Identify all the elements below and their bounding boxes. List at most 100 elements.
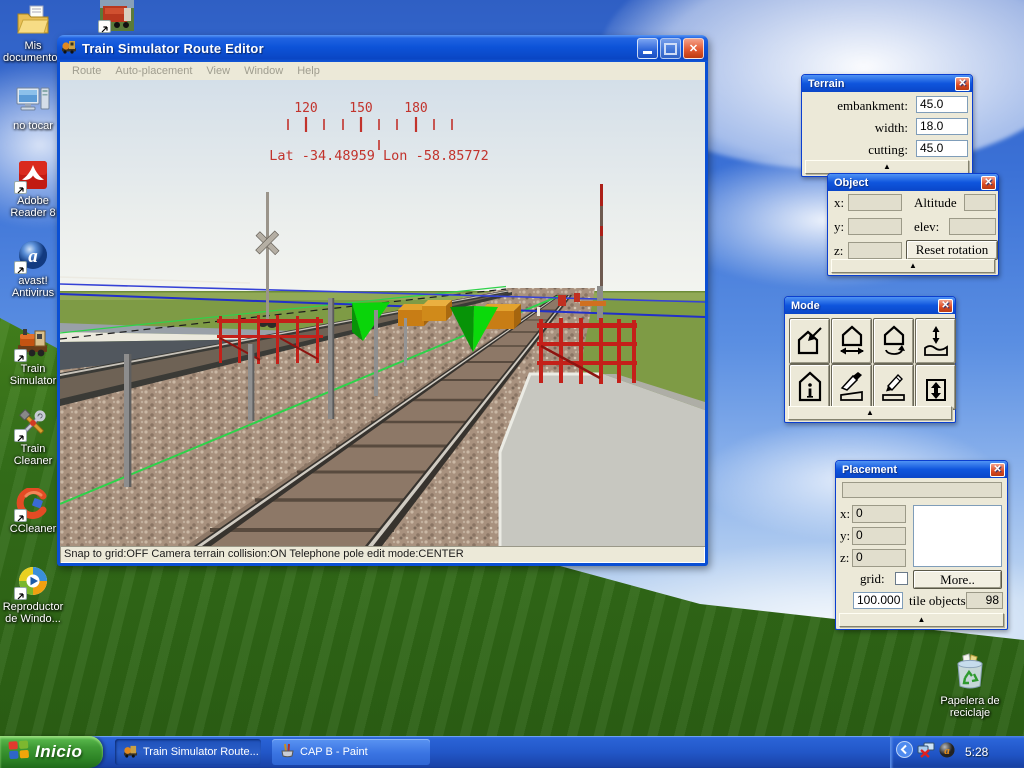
tray-chevron-icon[interactable] <box>896 741 913 763</box>
mode-panel-title-bar[interactable]: Mode ✕ <box>785 297 955 314</box>
shortcut-arrow-icon <box>14 509 27 522</box>
elev-input[interactable] <box>949 218 996 235</box>
scale-input[interactable]: 100.000 <box>853 592 903 609</box>
close-icon[interactable]: ✕ <box>981 176 996 190</box>
taskbar-clock[interactable]: 5:28 <box>965 745 988 759</box>
x-label: x: <box>834 195 844 211</box>
mode-cut-terrain-button[interactable] <box>831 364 872 410</box>
task-label: CAP B - Paint <box>300 746 368 758</box>
svg-text:a: a <box>28 246 38 267</box>
pencil-terrain-icon <box>881 371 907 403</box>
editor-title-bar[interactable]: Train Simulator Route Editor ✕ <box>57 35 708 62</box>
placement-panel-title-bar[interactable]: Placement ✕ <box>836 461 1007 478</box>
viewport-3d-scene[interactable]: 120 150 180 Lat -34.48959 Lon -58.85772 <box>60 80 705 546</box>
menu-help[interactable]: Help <box>291 65 326 77</box>
placement-listbox[interactable] <box>913 505 1002 567</box>
mode-snap-terrain-button[interactable] <box>915 318 956 364</box>
viewport[interactable]: 120 150 180 Lat -34.48959 Lon -58.85772 <box>60 80 705 546</box>
mode-rotate-object-button[interactable] <box>873 318 914 364</box>
altitude-label: Altitude <box>914 195 957 211</box>
close-icon[interactable]: ✕ <box>955 77 970 91</box>
shortcut-arrow-icon <box>14 587 27 600</box>
embankment-input[interactable]: 45.0 <box>916 96 968 113</box>
placement-panel: Placement ✕ x: 0 y: 0 z: 0 grid: More.. … <box>835 460 1008 630</box>
train-icon <box>16 328 50 360</box>
mode-panel: Mode ✕ ▲ <box>784 296 956 423</box>
knife-terrain-icon <box>839 371 865 403</box>
terrain-panel: Terrain ✕ embankment: 45.0 width: 18.0 c… <box>801 74 973 177</box>
cutting-label: cutting: <box>868 142 908 158</box>
taskbar-task-paint[interactable]: CAP B - Paint <box>272 739 430 765</box>
close-icon[interactable]: ✕ <box>938 299 953 313</box>
minimize-button[interactable] <box>637 38 658 59</box>
raise-lower-icon <box>923 371 949 403</box>
folder-icon <box>16 5 50 37</box>
placement-y-input[interactable]: 0 <box>852 527 906 545</box>
tray-network-error-icon[interactable] <box>917 742 935 763</box>
taskbar: Inicio Train Simulator Route... CAP B - … <box>0 736 1024 768</box>
editor-window: Train Simulator Route Editor ✕ Route Aut… <box>57 35 708 566</box>
window-title: Train Simulator Route Editor <box>82 41 635 56</box>
menu-window[interactable]: Window <box>238 65 289 77</box>
tray-avast-icon[interactable]: a <box>939 742 955 763</box>
collapse-bar[interactable]: ▲ <box>805 160 969 174</box>
object-panel: Object ✕ x: y: z: Altitude elev: Reset r… <box>827 173 999 276</box>
maximize-button[interactable] <box>660 38 681 59</box>
collapse-bar[interactable]: ▲ <box>788 406 952 420</box>
close-button[interactable]: ✕ <box>683 38 704 59</box>
mode-place-object-button[interactable] <box>789 318 830 364</box>
mode-move-object-button[interactable] <box>831 318 872 364</box>
system-tray: a 5:28 <box>890 736 1024 768</box>
object-y-input[interactable] <box>848 218 902 235</box>
terrain-panel-title-bar[interactable]: Terrain ✕ <box>802 75 972 92</box>
shortcut-arrow-icon <box>14 349 27 362</box>
menu-bar: Route Auto-placement View Window Help <box>60 62 705 80</box>
recycle-bin-icon <box>950 652 990 692</box>
altitude-input[interactable] <box>964 194 996 211</box>
computer-icon <box>16 85 50 117</box>
desktop-icon-reproductor-windows-media[interactable]: Reproductor de Windo... <box>0 566 66 625</box>
reset-rotation-button[interactable]: Reset rotation <box>906 240 998 260</box>
start-button[interactable]: Inicio <box>0 736 103 768</box>
menu-view[interactable]: View <box>200 65 236 77</box>
desktop-icon-train-image[interactable] <box>92 0 142 31</box>
tools-icon <box>16 408 50 440</box>
house-move-icon <box>839 325 865 357</box>
mode-paint-terrain-button[interactable] <box>873 364 914 410</box>
object-x-input[interactable] <box>848 194 902 211</box>
mode-object-info-button[interactable] <box>789 364 830 410</box>
more-button[interactable]: More.. <box>913 570 1002 589</box>
placement-name-field[interactable] <box>842 482 1002 498</box>
width-input[interactable]: 18.0 <box>916 118 968 135</box>
object-z-input[interactable] <box>848 242 902 259</box>
arrow-terrain-icon <box>923 325 949 357</box>
panel-title: Object <box>834 177 868 189</box>
menu-auto-placement[interactable]: Auto-placement <box>109 65 198 77</box>
shortcut-arrow-icon <box>98 20 111 33</box>
house-info-icon <box>797 371 823 403</box>
mode-raise-lower-terrain-button[interactable] <box>915 364 956 410</box>
collapse-bar[interactable]: ▲ <box>831 259 995 273</box>
shortcut-arrow-icon <box>14 429 27 442</box>
taskbar-task-train-simulator[interactable]: Train Simulator Route... <box>115 739 261 765</box>
latlon-readout: Lat -34.48959 Lon -58.85772 <box>269 148 488 164</box>
paint-icon <box>280 743 295 761</box>
desktop-icon-recycle-bin[interactable]: Papelera de reciclaje <box>935 652 1005 719</box>
collapse-bar[interactable]: ▲ <box>839 613 1004 627</box>
svg-text:a: a <box>944 745 950 757</box>
object-panel-title-bar[interactable]: Object ✕ <box>828 174 998 191</box>
close-icon[interactable]: ✕ <box>990 463 1005 477</box>
placement-x-input[interactable]: 0 <box>852 505 906 523</box>
right-platform[interactable] <box>500 374 705 546</box>
grid-label: grid: <box>860 571 885 587</box>
placement-z-input[interactable]: 0 <box>852 549 906 567</box>
panel-title: Placement <box>842 464 897 476</box>
menu-route[interactable]: Route <box>66 65 107 77</box>
shortcut-arrow-icon <box>14 181 27 194</box>
cutting-input[interactable]: 45.0 <box>916 140 968 157</box>
embankment-label: embankment: <box>837 98 908 114</box>
grid-checkbox[interactable] <box>895 572 908 585</box>
compass-heading-180: 180 <box>404 101 427 116</box>
icon-label: Reproductor de Windo... <box>0 601 66 625</box>
tile-objects-label: tile objects: <box>909 593 969 609</box>
